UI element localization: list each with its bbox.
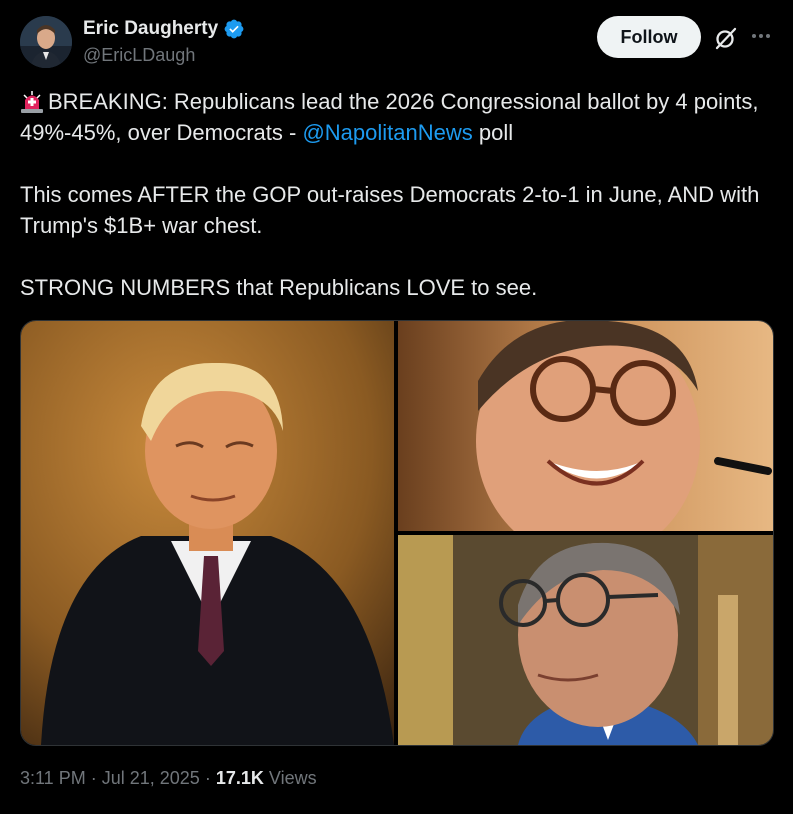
- tweet-time[interactable]: 3:11 PM: [20, 768, 86, 788]
- views-count[interactable]: 17.1K: [216, 768, 264, 788]
- display-name[interactable]: Eric Daugherty: [83, 18, 218, 40]
- verified-badge-icon[interactable]: [223, 18, 245, 40]
- follow-button[interactable]: Follow: [597, 16, 701, 58]
- tweet-paragraph-2: This comes AFTER the GOP out-raises Demo…: [20, 182, 760, 238]
- name-row: Eric Daugherty: [83, 16, 245, 42]
- media-grid: [20, 320, 774, 746]
- tweet-paragraph-1: BREAKING: Republicans lead the 2026 Cong…: [20, 86, 775, 148]
- meta-separator: ·: [90, 768, 97, 788]
- tweet-meta: 3:11 PM · Jul 21, 2025 · 17.1K Views: [20, 768, 317, 789]
- photo-1[interactable]: [21, 321, 394, 745]
- handle[interactable]: @EricLDaugh: [83, 45, 245, 66]
- avatar[interactable]: [20, 16, 72, 68]
- tweet-paragraph-3: STRONG NUMBERS that Republicans LOVE to …: [20, 275, 538, 300]
- author-info: Eric Daugherty @EricLDaugh: [83, 16, 245, 66]
- photo-3[interactable]: [398, 535, 773, 745]
- tweet-text-suffix: poll: [472, 120, 514, 145]
- photo-2[interactable]: [398, 321, 773, 531]
- views-label: Views: [268, 768, 317, 788]
- more-icon[interactable]: [747, 22, 775, 50]
- tweet-date[interactable]: Jul 21, 2025: [102, 768, 200, 788]
- grok-icon[interactable]: [713, 25, 739, 51]
- meta-separator-2: ·: [204, 768, 211, 788]
- mention-link[interactable]: @NapolitanNews: [302, 120, 472, 145]
- tweet-header: Eric Daugherty @EricLDaugh Follow: [20, 16, 775, 72]
- siren-icon: [20, 89, 44, 113]
- tweet-text: BREAKING: Republicans lead the 2026 Cong…: [20, 86, 775, 303]
